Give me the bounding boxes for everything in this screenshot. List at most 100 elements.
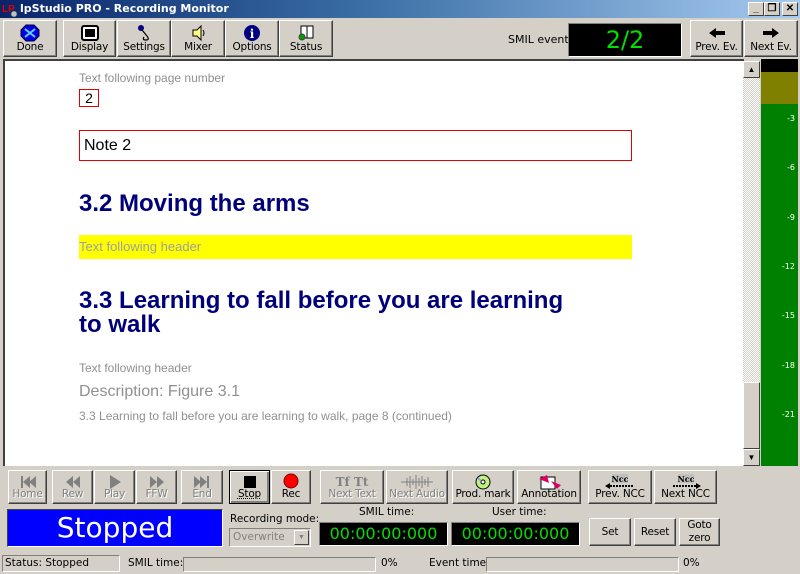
vu-meter: -3 -6 -9 -12 -15 -18 -21 — [761, 59, 798, 466]
smil-time-label: SMIL time: — [359, 506, 415, 518]
arrow-left-icon — [708, 28, 725, 38]
user-time-display: 00:00:00:000 — [451, 522, 580, 546]
display-icon — [80, 25, 99, 41]
smil-time-display: 00:00:00:000 — [319, 522, 448, 546]
stop-label: Stop — [237, 488, 262, 500]
figure-description: Description: Figure 3.1 — [79, 383, 240, 400]
status-label: Status — [289, 41, 323, 53]
record-button[interactable]: Rec — [271, 470, 311, 504]
done-label: Done — [16, 41, 44, 53]
text-following-page-number: Text following page number — [79, 71, 226, 85]
close-button[interactable]: ✕ — [782, 2, 798, 16]
restore-button[interactable]: ❐ — [764, 2, 780, 16]
smil-time-percent: 0% — [381, 557, 398, 569]
recording-mode-value: Overwrite — [233, 531, 285, 543]
settings-label: Settings — [123, 41, 165, 53]
window-title: lpStudio PRO - Recording Monitor — [20, 2, 229, 15]
goto-zero-label-line2: zero — [688, 532, 711, 544]
smil-event-label: SMIL event: — [508, 33, 573, 46]
fast-forward-label: FFW — [145, 488, 168, 500]
options-label: Options — [232, 41, 272, 53]
recording-monitor-window: LP lpStudio PRO - Recording Monitor _ ❐ … — [0, 0, 800, 574]
lp-logo-icon: LP — [2, 4, 18, 17]
vu-peak-segment — [761, 59, 798, 72]
reset-label: Reset — [640, 526, 670, 538]
vu-tick: -18 — [781, 361, 795, 370]
annotation-button[interactable]: Annotation — [517, 470, 581, 504]
minimize-icon: _ — [753, 3, 759, 14]
set-label: Set — [601, 526, 619, 538]
highlighted-text-following-header[interactable]: Text following header — [79, 235, 632, 259]
event-time-progress — [486, 557, 679, 572]
prev-event-label: Prev. Ev. — [695, 41, 738, 53]
page-number-marker[interactable]: 2 — [79, 89, 99, 107]
rewind-button[interactable]: Rew — [52, 470, 93, 504]
vu-warning-segment — [761, 72, 798, 104]
mixer-button[interactable]: Mixer — [171, 20, 225, 57]
book-icon — [298, 25, 314, 41]
vu-tick: -15 — [781, 311, 795, 320]
goto-zero-button[interactable]: Goto zero — [679, 518, 720, 546]
heading-learning-to-fall-line1: 3.3 Learning to fall before you are lear… — [79, 287, 564, 314]
play-label: Play — [103, 488, 126, 500]
home-label: Home — [12, 488, 43, 500]
smil-event-display: 2/2 — [568, 23, 682, 57]
chevron-down-icon[interactable]: ▼ — [294, 530, 309, 545]
mixer-label: Mixer — [184, 41, 212, 53]
next-event-label: Next Ev. — [750, 41, 792, 53]
scroll-up-button[interactable]: ▲ — [743, 61, 760, 78]
play-button[interactable]: Play — [94, 470, 135, 504]
status-button[interactable]: Status — [279, 20, 333, 57]
rewind-label: Rew — [61, 488, 84, 500]
display-button[interactable]: Display — [63, 20, 116, 57]
home-button[interactable]: Home — [8, 470, 47, 504]
reset-button[interactable]: Reset — [634, 518, 676, 546]
prod-mark-button[interactable]: Prod. mark — [452, 470, 514, 504]
svg-text:Ncc: Ncc — [677, 474, 694, 484]
heading-moving-arms: 3.2 Moving the arms — [79, 190, 310, 217]
svg-text:Tf Tt: Tf Tt — [336, 475, 369, 489]
scroll-thumb[interactable] — [743, 382, 760, 449]
user-time-label: User time: — [492, 506, 547, 518]
restore-icon: ❐ — [767, 3, 777, 14]
vu-tick: -6 — [787, 163, 795, 172]
text-following-header-2: Text following header — [79, 361, 192, 375]
next-ncc-button[interactable]: Ncc Next NCC — [654, 470, 717, 504]
settings-button[interactable]: Settings — [117, 20, 171, 57]
prev-ncc-button[interactable]: Ncc Prev. NCC — [588, 470, 652, 504]
document-view[interactable] — [3, 59, 744, 466]
vu-tick: -9 — [787, 213, 795, 222]
display-label: Display — [70, 41, 109, 53]
arrow-up-icon: ▲ — [747, 65, 756, 74]
info-icon: i — [244, 25, 260, 41]
set-button[interactable]: Set — [589, 518, 631, 546]
speaker-icon — [192, 24, 205, 42]
heading-learning-to-fall-line2: to walk — [79, 311, 161, 338]
next-text-button[interactable]: Tf Tt Next Text — [320, 470, 384, 504]
annotation-label: Annotation — [521, 488, 577, 500]
minimize-button[interactable]: _ — [748, 2, 764, 16]
recording-mode-select[interactable]: Overwrite ▼ — [229, 528, 311, 547]
stop-button[interactable]: Stop — [229, 470, 270, 504]
prev-event-button[interactable]: Prev. Ev. — [690, 20, 743, 57]
end-button[interactable]: End — [181, 470, 223, 504]
next-audio-button[interactable]: Next Audio — [386, 470, 448, 504]
fast-forward-button[interactable]: FFW — [136, 470, 177, 504]
vertical-scrollbar[interactable]: ▲ ▼ — [743, 61, 760, 466]
status-text: Status: Stopped — [2, 555, 120, 572]
smil-time-progress — [183, 557, 376, 572]
next-text-label: Next Text — [328, 488, 376, 500]
svg-text:Ncc: Ncc — [611, 474, 628, 484]
recording-mode-label: Recording mode: — [230, 513, 320, 525]
status-bar: Status: Stopped SMIL time: 0% Event time… — [0, 553, 800, 574]
note-box[interactable]: Note 2 — [79, 130, 632, 161]
continued-page-text: 3.3 Learning to fall before you are lear… — [79, 409, 452, 423]
options-button[interactable]: i Options — [225, 20, 279, 57]
statusbar-smil-time-label: SMIL time: — [128, 557, 184, 569]
svg-text:i: i — [250, 27, 255, 41]
scroll-down-button[interactable]: ▼ — [743, 449, 760, 466]
done-button[interactable]: Done — [3, 20, 57, 57]
next-event-button[interactable]: Next Ev. — [744, 20, 798, 57]
record-label: Rec — [281, 488, 301, 500]
prev-ncc-label: Prev. NCC — [595, 488, 645, 500]
